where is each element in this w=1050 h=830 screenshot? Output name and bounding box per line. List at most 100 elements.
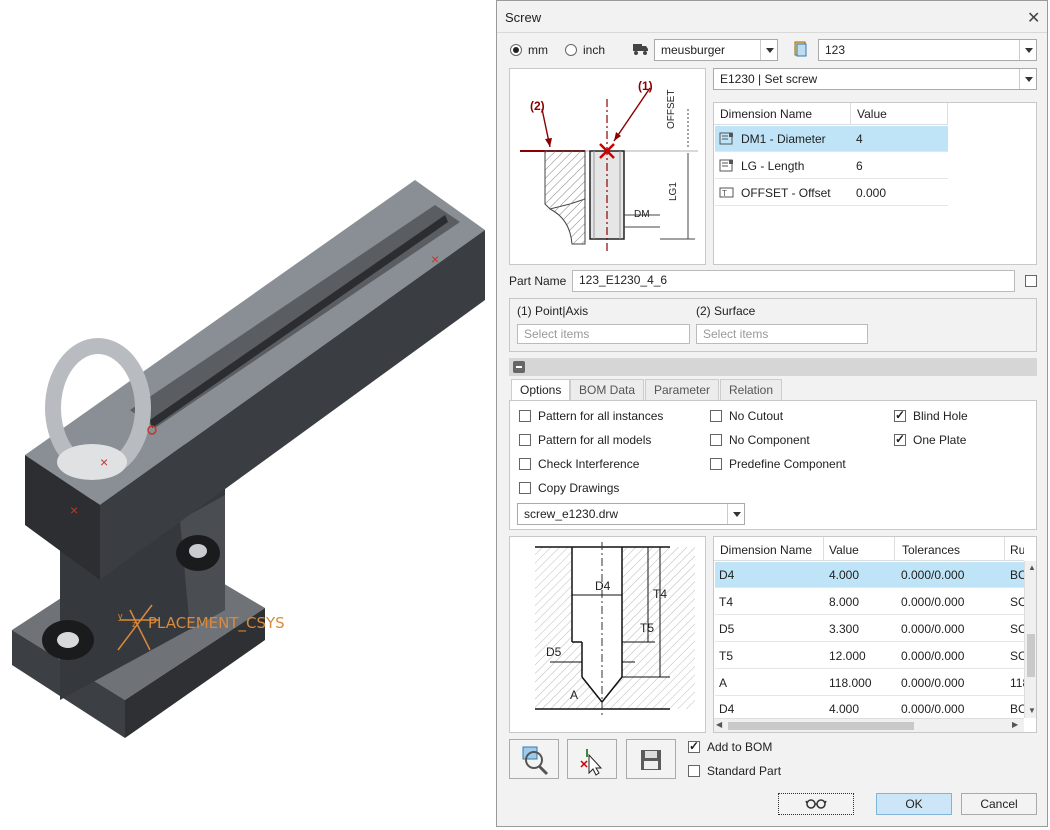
glasses-button[interactable] xyxy=(778,793,854,815)
hole-row[interactable]: T4 8.000 0.000/0.000 SC xyxy=(715,589,1024,615)
horizontal-scrollbar[interactable]: ◀ ▶ xyxy=(714,718,1024,732)
hole-dim-value[interactable]: 118.000 xyxy=(829,676,872,690)
dim-value[interactable]: 6 xyxy=(856,159,863,173)
model-viewport[interactable]: × × × y z PLACEMENT_CSYS xyxy=(0,0,497,827)
hole-dim-name: D5 xyxy=(719,622,735,636)
dim-value[interactable]: 0.000 xyxy=(856,186,886,200)
blind-hole-checkbox[interactable] xyxy=(894,408,906,422)
hole-row[interactable]: A 118.000 0.000/0.000 118 xyxy=(715,670,1024,696)
point-axis-selector[interactable]: Select items xyxy=(517,324,690,344)
hole-row[interactable]: T5 12.000 0.000/0.000 SC xyxy=(715,643,1024,669)
blind-hole-label: Blind Hole xyxy=(913,409,968,423)
supplier-select[interactable]: meusburger xyxy=(654,39,778,61)
vertical-scrollbar[interactable]: ▲ ▼ xyxy=(1024,561,1036,718)
collapse-icon[interactable] xyxy=(513,361,525,373)
hole-row[interactable]: D4 4.000 0.000/0.000 BC xyxy=(715,562,1024,588)
hole-dim-tolerance[interactable]: 0.000/0.000 xyxy=(901,649,964,663)
dim-value[interactable]: 4 xyxy=(856,132,863,146)
screw-sketch-preview: (1) (2) OFFSET LG1 DM xyxy=(509,68,706,265)
screw-type-select[interactable]: E1230 | Set screw xyxy=(713,68,1037,90)
pattern-all-models-label: Pattern for all models xyxy=(538,433,652,447)
hole-dim-rule[interactable]: SC xyxy=(1010,595,1024,609)
dimension-icon xyxy=(719,132,735,149)
preview-button[interactable] xyxy=(509,739,559,779)
close-icon[interactable]: ✕ xyxy=(1027,8,1040,28)
copy-drawings-checkbox[interactable] xyxy=(519,482,531,494)
hole-dim-rule[interactable]: SC xyxy=(1010,649,1024,663)
dimension-table-header: Dimension Name Value xyxy=(714,103,948,125)
tab-parameter[interactable]: Parameter xyxy=(645,379,720,401)
csys-axis-z: z xyxy=(132,619,137,629)
pattern-all-instances-checkbox[interactable] xyxy=(519,410,531,422)
hole-dimension-table: Dimension Name Value Tolerances Rule D4 … xyxy=(713,536,1037,733)
pattern-all-instances-label: Pattern for all instances xyxy=(538,409,664,423)
col-rule: Rule xyxy=(1010,543,1024,557)
one-plate-checkbox[interactable] xyxy=(894,432,906,446)
tab-bom-data[interactable]: BOM Data xyxy=(570,379,645,401)
col-separator xyxy=(894,537,895,561)
hole-dim-name: T5 xyxy=(719,649,734,663)
hole-dim-value[interactable]: 4.000 xyxy=(829,568,859,582)
hole-dim-tolerance[interactable]: 0.000/0.000 xyxy=(901,702,964,716)
check-interference-checkbox[interactable] xyxy=(519,458,531,470)
part-name-checkbox[interactable] xyxy=(1025,275,1037,287)
add-to-bom-checkbox[interactable] xyxy=(688,739,700,753)
part-3d-model[interactable]: × × × xyxy=(0,0,497,827)
hole-dim-tolerance[interactable]: 0.000/0.000 xyxy=(901,595,964,609)
hole-dim-tolerance[interactable]: 0.000/0.000 xyxy=(901,622,964,636)
dim-row[interactable]: DM1 - Diameter 4 xyxy=(715,126,948,152)
hole-dim-value[interactable]: 3.300 xyxy=(829,622,859,636)
tab-relation[interactable]: Relation xyxy=(720,379,783,401)
dim-row[interactable]: LG - Length 6 xyxy=(715,153,948,179)
hole-table-header: Dimension Name Value Tolerances Rule xyxy=(714,537,1024,561)
col-tolerances: Tolerances xyxy=(902,543,961,557)
hole-dim-value[interactable]: 4.000 xyxy=(829,702,859,716)
standard-part-checkbox[interactable] xyxy=(688,765,700,777)
scroll-right-icon[interactable]: ▶ xyxy=(1012,720,1018,729)
unit-inch-radio[interactable] xyxy=(565,44,577,56)
hole-dim-value[interactable]: 12.000 xyxy=(829,649,866,663)
surface-selector[interactable]: Select items xyxy=(696,324,868,344)
scroll-up-icon[interactable]: ▲ xyxy=(1028,563,1036,572)
svg-text:T: T xyxy=(722,189,727,198)
hole-dim-rule[interactable]: SC xyxy=(1010,622,1024,636)
add-to-bom-label: Add to BOM xyxy=(707,740,773,754)
predefine-component-label: Predefine Component xyxy=(729,457,846,471)
col-dimension-name: Dimension Name xyxy=(720,107,813,121)
pick-placement-button[interactable] xyxy=(567,739,617,779)
no-component-checkbox[interactable] xyxy=(710,434,722,446)
screw-dialog: Screw ✕ mm inch meusburger 123 (1) (2) O… xyxy=(496,0,1048,827)
ok-button[interactable]: OK xyxy=(876,793,952,815)
save-button[interactable] xyxy=(626,739,676,779)
text-field-icon: T xyxy=(719,186,735,203)
chevron-down-icon xyxy=(727,504,744,524)
hole-dim-tolerance[interactable]: 0.000/0.000 xyxy=(901,676,964,690)
hole-dim-value[interactable]: 8.000 xyxy=(829,595,859,609)
dim-row[interactable]: T OFFSET - Offset 0.000 xyxy=(715,180,948,206)
scroll-down-icon[interactable]: ▼ xyxy=(1028,706,1036,715)
screw-type-value: E1230 | Set screw xyxy=(720,72,818,86)
vertical-scroll-thumb[interactable] xyxy=(1027,634,1035,677)
no-cutout-checkbox[interactable] xyxy=(710,410,722,422)
tab-options[interactable]: Options xyxy=(511,379,571,401)
hole-row[interactable]: D4 4.000 0.000/0.000 BC xyxy=(715,697,1024,717)
catalog-select[interactable]: 123 xyxy=(818,39,1037,61)
dim-name: LG - Length xyxy=(741,159,805,173)
hole-dim-name: A xyxy=(719,676,728,690)
cancel-button[interactable]: Cancel xyxy=(961,793,1037,815)
hole-dim-rule[interactable]: BC xyxy=(1010,702,1024,716)
hole-dim-rule[interactable]: BC xyxy=(1010,568,1024,582)
unit-mm-radio[interactable] xyxy=(510,44,522,56)
part-name-field[interactable]: 123_E1230_4_6 xyxy=(572,270,1015,292)
dim-name: OFFSET - Offset xyxy=(741,186,831,200)
horizontal-scroll-thumb[interactable] xyxy=(728,722,914,730)
hole-row[interactable]: D5 3.300 0.000/0.000 SC xyxy=(715,616,1024,642)
hole-label-a: A xyxy=(570,688,579,702)
pattern-all-models-checkbox[interactable] xyxy=(519,434,531,446)
scroll-left-icon[interactable]: ◀ xyxy=(716,720,722,729)
drawing-file-select[interactable]: screw_e1230.drw xyxy=(517,503,745,525)
hole-dim-tolerance[interactable]: 0.000/0.000 xyxy=(901,568,964,582)
point-axis-label: (1) Point|Axis xyxy=(517,304,589,318)
predefine-component-checkbox[interactable] xyxy=(710,458,722,470)
hole-dim-rule[interactable]: 118 xyxy=(1010,676,1024,690)
